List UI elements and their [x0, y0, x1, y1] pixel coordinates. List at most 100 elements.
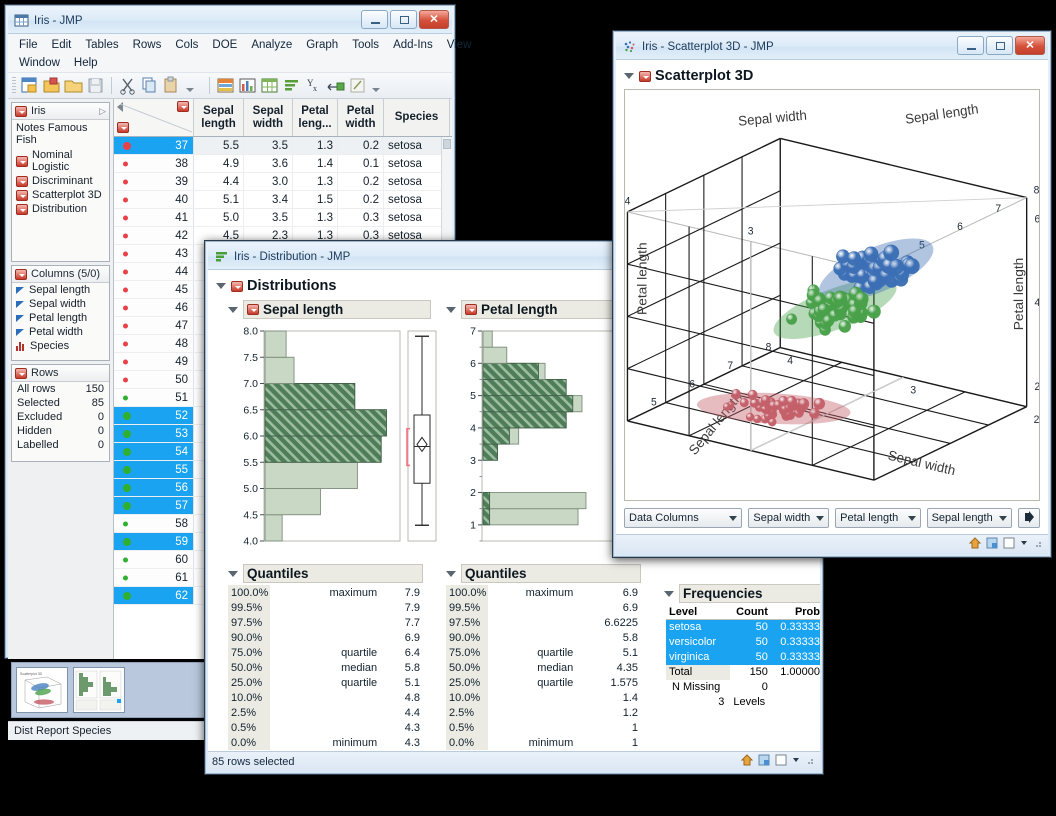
close-button[interactable]: ✕ [419, 10, 449, 29]
table-cell[interactable]: 1.3 [293, 209, 338, 226]
disclosure-triangle-icon[interactable] [664, 591, 674, 597]
window-list-icon[interactable] [1002, 536, 1016, 553]
red-triangle-icon[interactable] [15, 368, 27, 379]
disclosure-triangle-icon[interactable] [446, 307, 456, 313]
table-cell[interactable]: 0.2 [338, 191, 384, 208]
menu-tables[interactable]: Tables [78, 36, 125, 54]
script-icon[interactable] [347, 75, 368, 96]
column-header-sepal-length[interactable]: Sepal length [194, 99, 244, 136]
script-item-discriminant[interactable]: Discriminant [12, 174, 109, 188]
home-icon[interactable] [968, 536, 982, 553]
cut-icon[interactable] [117, 75, 138, 96]
window-list-icon[interactable] [774, 753, 788, 770]
frequencies-header[interactable]: Frequencies [664, 582, 820, 605]
red-triangle-icon[interactable] [16, 190, 28, 201]
dropdown-x-axis[interactable]: Sepal width [748, 508, 829, 528]
column-header-petal-length[interactable]: Petal leng... [293, 99, 338, 136]
red-triangle-icon[interactable] [231, 281, 243, 292]
disclosure-triangle-icon[interactable] [446, 571, 456, 577]
row-number[interactable]: 47 [114, 317, 194, 334]
row-number[interactable]: 43 [114, 245, 194, 262]
save-icon[interactable] [85, 75, 106, 96]
columns-panel-header[interactable]: Columns (5/0) [12, 266, 109, 283]
menu-rows[interactable]: Rows [126, 36, 169, 54]
quantiles-header[interactable]: Quantiles [228, 562, 438, 585]
home-icon[interactable] [740, 753, 754, 770]
menu-view[interactable]: View [440, 36, 479, 54]
chevron-down-icon[interactable] [791, 753, 801, 770]
multivariate-icon[interactable] [325, 75, 346, 96]
menu-window[interactable]: Window [12, 54, 67, 72]
row-number[interactable]: 41 [114, 209, 194, 226]
table-panel-header[interactable]: Iris ▷ [12, 103, 109, 120]
disclosure-triangle-icon[interactable] [624, 73, 634, 79]
table-row[interactable]: 394.43.01.30.2setosa [114, 173, 452, 191]
red-triangle-icon[interactable] [177, 101, 189, 112]
row-number[interactable]: 54 [114, 443, 194, 460]
minimize-button[interactable] [957, 36, 984, 55]
close-button[interactable]: ✕ [1015, 36, 1045, 55]
table-cell[interactable]: 1.3 [293, 137, 338, 154]
row-number[interactable]: 46 [114, 299, 194, 316]
dropdown-data-columns[interactable]: Data Columns [624, 508, 742, 528]
frequencies-row[interactable]: versicolor500.33333 [666, 635, 820, 650]
row-number[interactable]: 42 [114, 227, 194, 244]
row-number[interactable]: 39 [114, 173, 194, 190]
menu-help[interactable]: Help [67, 54, 105, 72]
row-number[interactable]: 50 [114, 371, 194, 388]
scatterplot-3d-window[interactable]: Iris - Scatterplot 3D - JMP ✕ Scatterplo… [612, 30, 1052, 558]
row-number[interactable]: 37 [114, 137, 194, 154]
table-cell[interactable]: 3.0 [244, 173, 293, 190]
red-triangle-icon[interactable] [15, 106, 27, 117]
oneway-icon[interactable] [281, 75, 302, 96]
rows-panel-header[interactable]: Rows [12, 365, 109, 382]
frequencies-row[interactable]: setosa500.33333 [666, 620, 820, 635]
distribution-icon[interactable] [215, 75, 236, 96]
red-triangle-icon[interactable] [465, 304, 477, 315]
script-item-distribution[interactable]: Distribution [12, 202, 109, 216]
column-item-sepal-width[interactable]: Sepal width [12, 297, 109, 311]
column-item-petal-width[interactable]: Petal width [12, 325, 109, 339]
open-recent-icon[interactable] [41, 75, 62, 96]
dropdown-y-axis[interactable]: Petal length [835, 508, 920, 528]
table-cell[interactable]: 3.5 [244, 209, 293, 226]
chevron-down-icon[interactable] [1019, 536, 1029, 553]
disclosure-triangle-icon[interactable] [216, 283, 226, 289]
row-number[interactable]: 56 [114, 479, 194, 496]
table-cell[interactable]: 5.5 [194, 137, 244, 154]
table-row[interactable]: 375.53.51.30.2setosa [114, 137, 452, 155]
fit-model-icon[interactable]: Yx [303, 75, 324, 96]
scroll-up-arrow[interactable] [443, 139, 451, 149]
menu-tools[interactable]: Tools [345, 36, 386, 54]
grid-corner[interactable] [114, 99, 194, 136]
column-header-species[interactable]: Species [384, 99, 450, 136]
red-triangle-icon[interactable] [15, 269, 27, 280]
thumbnail-distribution[interactable] [73, 667, 125, 713]
table-cell[interactable]: 4.4 [194, 173, 244, 190]
row-number[interactable]: 55 [114, 461, 194, 478]
table-cell[interactable]: 5.1 [194, 191, 244, 208]
new-data-table-icon[interactable] [19, 75, 40, 96]
table-cell[interactable]: 1.4 [293, 155, 338, 172]
row-number[interactable]: 58 [114, 515, 194, 532]
toolbar-overflow-2[interactable] [369, 75, 390, 96]
row-number[interactable]: 51 [114, 389, 194, 406]
journal-icon[interactable] [757, 753, 771, 770]
column-header-sepal-width[interactable]: Sepal width [244, 99, 293, 136]
table-cell[interactable]: 3.5 [244, 137, 293, 154]
red-triangle-icon[interactable] [247, 304, 259, 315]
script-item-nominal-logistic[interactable]: Nominal Logistic [12, 148, 109, 174]
red-triangle-icon[interactable] [16, 176, 28, 187]
row-number[interactable]: 49 [114, 353, 194, 370]
column-header-petal-width[interactable]: Petal width [338, 99, 384, 136]
row-number[interactable]: 44 [114, 263, 194, 280]
table-cell[interactable]: 3.4 [244, 191, 293, 208]
journal-icon[interactable] [985, 536, 999, 553]
toolbar-grip[interactable] [12, 77, 16, 94]
menu-file[interactable]: File [12, 36, 45, 54]
row-number[interactable]: 57 [114, 497, 194, 514]
minimize-button[interactable] [361, 10, 388, 29]
menu-cols[interactable]: Cols [168, 36, 205, 54]
table-cell[interactable]: 1.3 [293, 173, 338, 190]
next-columns-button[interactable] [1018, 508, 1040, 528]
